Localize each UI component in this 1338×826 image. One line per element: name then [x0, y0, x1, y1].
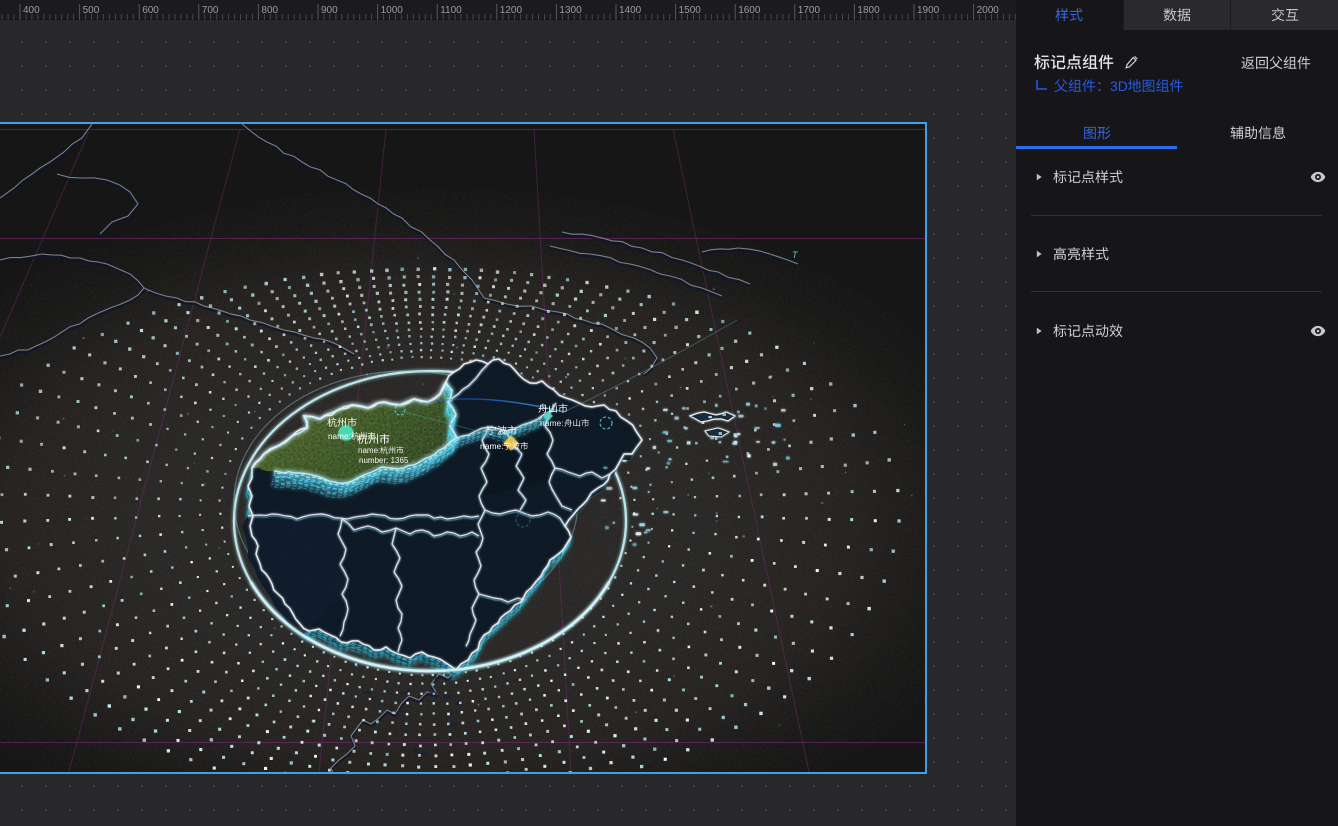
svg-text:600: 600: [142, 5, 159, 16]
svg-text:name:: name:: [328, 432, 351, 441]
svg-text:1700: 1700: [798, 5, 821, 16]
svg-text:1800: 1800: [857, 5, 880, 16]
svg-text:1400: 1400: [619, 5, 642, 16]
svg-text:1200: 1200: [500, 5, 523, 16]
svg-text:3D: 3D: [1110, 78, 1128, 94]
svg-text:name:: name:: [358, 446, 380, 455]
svg-text:2000: 2000: [977, 5, 1000, 16]
svg-text:1300: 1300: [559, 5, 582, 16]
svg-text:number: 1365: number: 1365: [359, 456, 409, 465]
svg-text:1100: 1100: [440, 5, 462, 16]
svg-text:1000: 1000: [381, 5, 404, 16]
svg-text:700: 700: [202, 5, 219, 16]
svg-text:900: 900: [321, 5, 338, 16]
svg-text:1900: 1900: [917, 5, 940, 16]
svg-text:400: 400: [23, 5, 40, 16]
svg-text:500: 500: [83, 5, 100, 16]
svg-text:1600: 1600: [738, 5, 761, 16]
svg-text:800: 800: [261, 5, 278, 16]
svg-text:name:: name:: [540, 418, 564, 428]
svg-text:name:: name:: [480, 441, 504, 451]
svg-text:1500: 1500: [679, 5, 702, 16]
